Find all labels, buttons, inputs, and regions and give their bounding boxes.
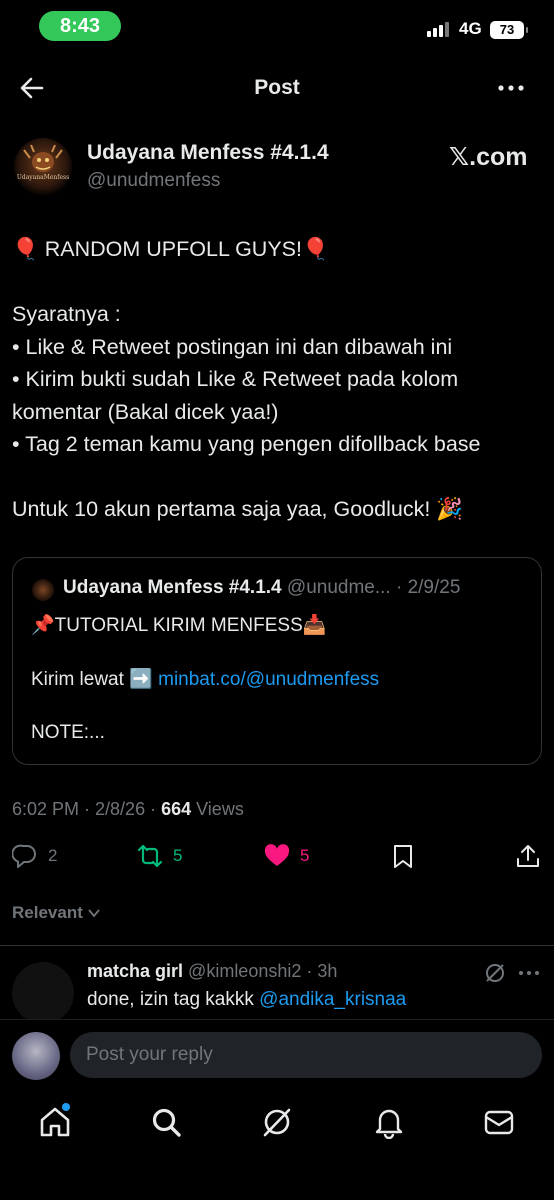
avatar-logo-text: UdayanaMenfess (16, 174, 70, 181)
author-avatar[interactable]: UdayanaMenfess (14, 138, 72, 196)
top-header: Post (0, 62, 554, 116)
status-time: 8:43 (39, 11, 121, 41)
post-line (12, 266, 542, 299)
status-bar: 8:43 4G 73 (0, 0, 554, 52)
reply-text-prefix: done, izin tag kakkk (87, 989, 260, 1010)
reply-more-icon[interactable] (518, 966, 540, 980)
quote-text-prefix: Kirim lewat ➡️ (31, 669, 159, 690)
grok-icon[interactable] (260, 1105, 294, 1139)
grok-icon[interactable] (484, 962, 506, 984)
chevron-down-icon (88, 909, 100, 918)
action-bar: 2 5 5 (0, 843, 554, 873)
bookmark-button[interactable] (390, 843, 416, 869)
reply-author-avatar[interactable] (12, 962, 74, 1024)
views-count: 664 (161, 799, 192, 819)
author-name[interactable]: Udayana Menfess #4.1.4 (87, 141, 329, 165)
sort-label: Relevant (12, 903, 83, 922)
reply-author-name[interactable]: matcha girl (87, 961, 183, 981)
quote-author-name: Udayana Menfess #4.1.4 (63, 577, 282, 598)
like-count: 5 (300, 846, 310, 865)
quote-text-line: Kirim lewat ➡️ minbat.co/@unudmenfess (31, 667, 379, 691)
reply-header: matcha girl @kimleonshi2 · 3h (87, 961, 337, 982)
reply-author-handle: @kimleonshi2 · 3h (188, 961, 338, 981)
post-meta: 6:02 PM · 2/8/26 · 664 Views (12, 799, 244, 820)
more-icon[interactable] (496, 76, 526, 100)
reply-composer-bar (0, 1019, 554, 1089)
repost-count: 5 (173, 846, 183, 865)
battery-icon: 73 (490, 21, 528, 39)
divider (0, 945, 554, 946)
reply-text: done, izin tag kakkk @andika_krisnaa (87, 989, 406, 1011)
author-handle[interactable]: @unudmenfess (87, 170, 220, 192)
repost-icon (137, 844, 163, 868)
reply-sort-dropdown[interactable]: Relevant (12, 903, 101, 923)
network-type: 4G (459, 19, 482, 38)
search-icon[interactable] (149, 1105, 183, 1139)
like-button[interactable]: 5 (264, 843, 309, 869)
post-line: komentar (Bakal dicek yaa!) (12, 399, 279, 424)
post-timestamp: 6:02 PM · 2/8/26 · (12, 799, 162, 819)
quoted-post-card[interactable]: Udayana Menfess #4.1.4 @unudme... · 2/9/… (12, 557, 542, 765)
repost-button[interactable]: 5 (137, 843, 182, 869)
reply-count: 2 (48, 846, 58, 865)
post-line: Syaratnya : (12, 302, 121, 326)
post-line: 🎈 RANDOM UPFOLL GUYS!🎈 (12, 237, 329, 261)
bookmark-icon (394, 845, 412, 868)
mask-logo-icon (23, 144, 63, 172)
post-line: Untuk 10 akun pertama saja yaa, Goodluck… (12, 497, 464, 521)
quote-author-handle: @unudme... · 2/9/25 (286, 577, 461, 598)
quote-header: Udayana Menfess #4.1.4 @unudme... · 2/9/… (63, 577, 460, 599)
reply-mention[interactable]: @andika_krisnaa (259, 989, 406, 1010)
post-line: • Kirim bukti sudah Like & Retweet pada … (12, 367, 459, 391)
bottom-nav (0, 1089, 554, 1200)
reply-button[interactable]: 2 (12, 843, 57, 869)
post-line: • Like & Retweet postingan ini dan dibaw… (12, 334, 453, 359)
quote-avatar (32, 579, 54, 601)
post-line: • Tag 2 teman kamu yang pengen difollbac… (12, 432, 481, 456)
reply-icon (12, 844, 36, 868)
quote-text-line: NOTE:... (31, 722, 105, 743)
reply-input[interactable] (70, 1032, 542, 1078)
like-icon (264, 844, 290, 866)
page-title: Post (254, 76, 300, 99)
share-icon (517, 845, 539, 867)
x-watermark: 𝕏.com (449, 143, 528, 171)
post-text: 🎈 RANDOM UPFOLL GUYS!🎈 Syaratnya : • Lik… (12, 233, 542, 526)
quote-text-line: 📌TUTORIAL KIRIM MENFESS📥 (31, 615, 327, 636)
views-label: Views (191, 799, 244, 819)
post-line (12, 461, 542, 494)
signal-icon (427, 22, 449, 37)
mail-icon[interactable] (482, 1105, 516, 1139)
home-notification-dot (62, 1103, 70, 1111)
quote-link[interactable]: minbat.co/@unudmenfess (158, 669, 379, 690)
share-button[interactable] (515, 843, 541, 869)
bell-icon[interactable] (372, 1105, 406, 1139)
my-avatar[interactable] (12, 1032, 60, 1080)
